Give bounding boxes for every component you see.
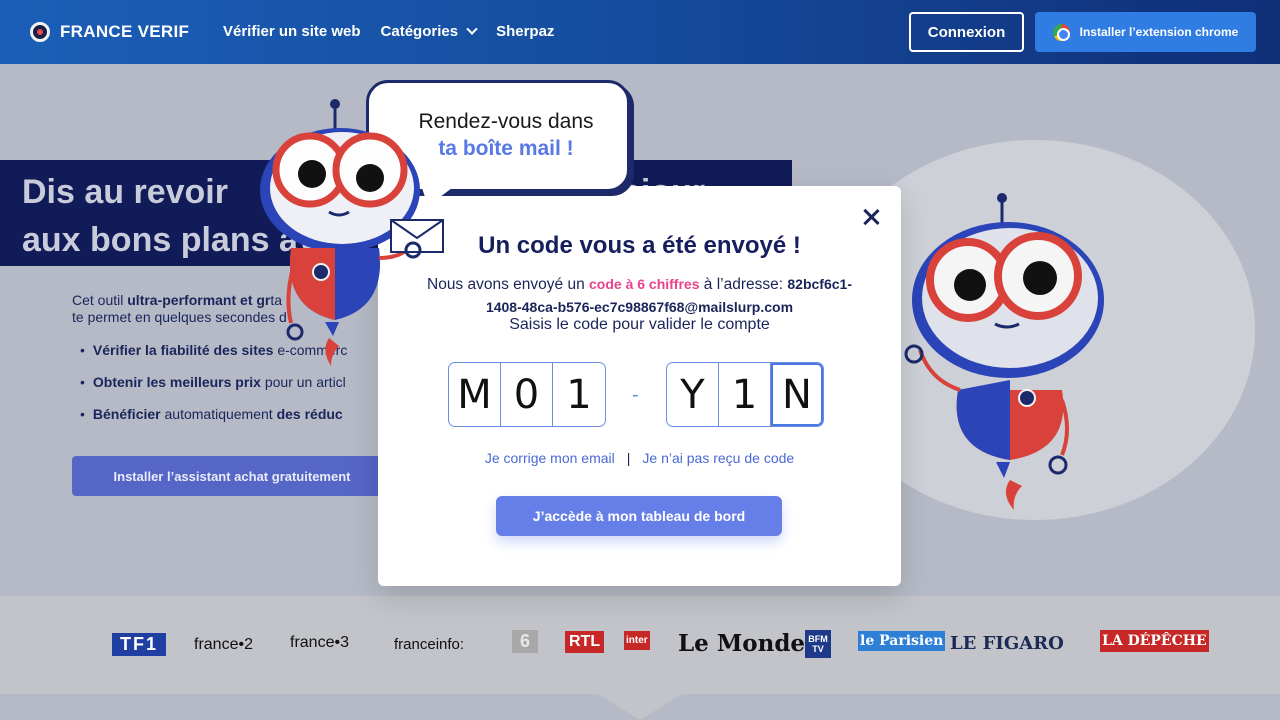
modal-description: Nous avons envoyé un code à 6 chiffres à… (388, 273, 891, 319)
top-header: FRANCE VERIF Vérifier un site web Catégo… (0, 0, 1280, 64)
code-digit-input[interactable]: Y (667, 363, 719, 426)
nav-item-sherpaz[interactable]: Sherpaz (496, 23, 554, 40)
install-extension-button[interactable]: Installer l’extension chrome (1035, 12, 1256, 52)
media-logo-tf1: TF1 (112, 633, 167, 656)
access-dashboard-button[interactable]: J’accède à mon tableau de bord (496, 496, 782, 536)
code-digit-input[interactable]: M (449, 363, 501, 426)
robot-mascot-right (904, 193, 1104, 510)
resend-code-link[interactable]: Je n’ai pas reçu de code (642, 450, 794, 466)
main-nav: Vérifier un site web Catégories Sherpaz (223, 23, 554, 40)
chevron-down-icon (466, 23, 478, 35)
feature-bold: Obtenir les meilleurs prix (92, 374, 261, 390)
media-logo-la-depeche: LA DÉPÊCHE (1100, 630, 1209, 652)
media-logo-rtl: RTL (565, 631, 605, 653)
feature-bold: Vérifier la fiabilité des sites (92, 342, 274, 358)
feature-text: automatiquement (160, 406, 277, 422)
modal-title: Un code vous a été envoyé ! (478, 232, 801, 259)
nav-item-categories[interactable]: Catégories (380, 23, 478, 40)
feature-bold: Bénéficier (92, 406, 161, 422)
email-address: 1408-48ca-b576-ec7c98867f68@mailslurp.co… (485, 299, 794, 315)
nav-label: Catégories (380, 23, 459, 40)
code-digit-input[interactable]: 1 (553, 363, 605, 426)
fix-email-link[interactable]: Je corrige mon email (485, 450, 615, 466)
code-digit-input[interactable]: 0 (501, 363, 553, 426)
robot-mascot-left (260, 99, 444, 366)
brand-logo[interactable]: FRANCE VERIF (30, 22, 189, 42)
list-item: Obtenir les meilleurs prix pour un artic… (80, 374, 347, 390)
feature-bold: des réduc (276, 406, 343, 422)
login-button[interactable]: Connexion (909, 12, 1024, 52)
code-digit-input[interactable]: N (771, 363, 823, 426)
media-logo-france3: france•3 (290, 634, 349, 651)
list-item: Bénéficier automatiquement des réduc (80, 406, 347, 422)
media-logo-le-figaro: LE FIGARO (950, 633, 1064, 654)
code-digit-input[interactable]: 1 (719, 363, 771, 426)
chrome-icon (1052, 23, 1070, 41)
modal-subtitle: Saisis le code pour valider le compte (509, 316, 770, 333)
envelope-icon (390, 219, 444, 253)
media-logo-le-monde: Le Monde (678, 630, 806, 657)
hero-title-line1: Dis au revoir (22, 173, 228, 211)
description-text: à l’adresse: (699, 276, 788, 293)
nav-label: Vérifier un site web (223, 23, 361, 40)
target-logo-icon (30, 22, 50, 42)
feature-text: pour un articl (260, 374, 346, 390)
code-input-group-2: Y 1 N (666, 362, 824, 427)
media-logo-inter: inter (624, 631, 650, 650)
media-logo-france2: france•2 (194, 636, 253, 653)
brand-name: FRANCE VERIF (60, 22, 190, 41)
nav-label: Sherpaz (496, 23, 555, 40)
link-separator: | (626, 450, 631, 466)
close-icon[interactable] (860, 206, 882, 228)
code-input-group-1: M 0 1 (448, 362, 606, 427)
intro-bold: ultra-performant et gr (127, 292, 271, 308)
modal-links: Je corrige mon email | Je n’ai pas reçu de… (378, 450, 901, 466)
install-extension-label: Installer l’extension chrome (1079, 25, 1239, 39)
install-assistant-button[interactable]: Installer l’assistant achat gratuitement (72, 456, 392, 496)
media-logo-bfmtv: BFM TV (805, 630, 831, 658)
email-address: 82bcf6c1- (787, 276, 852, 292)
nav-item-verify-site[interactable]: Vérifier un site web (223, 23, 361, 40)
code-separator: - (632, 384, 639, 406)
media-logo-m6: 6 (512, 630, 539, 653)
media-logo-le-parisien: le Parisien (858, 631, 946, 651)
intro-text: Cet outil (72, 292, 128, 308)
verification-modal: Un code vous a été envoyé ! Nous avons e… (378, 186, 901, 586)
media-logo-franceinfo: franceinfo: (394, 636, 465, 653)
code-length-highlight: code à 6 chiffres (589, 276, 700, 292)
